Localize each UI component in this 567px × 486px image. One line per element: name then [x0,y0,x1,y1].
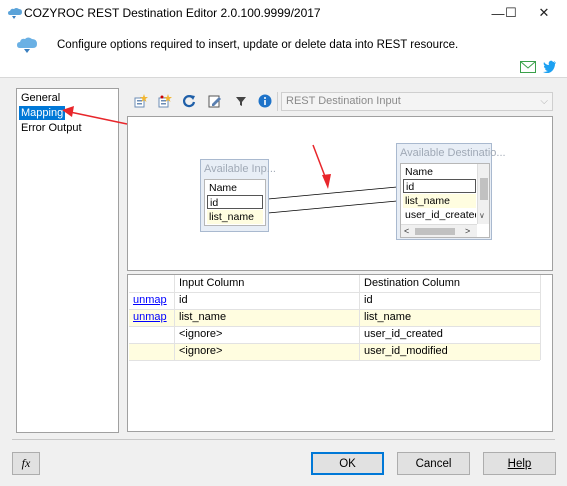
mapping-grid[interactable]: Input Column Destination Column unmap id… [127,274,553,432]
destination-list-header: Name [405,166,434,178]
column-header-destination[interactable]: Destination Column [360,275,540,292]
destination-select[interactable]: REST Destination Input ⌵ [281,92,553,111]
destination-list-item-user-id-created[interactable]: user_id_created [403,208,476,222]
help-button[interactable]: Help [483,452,556,475]
input-column-cell[interactable]: id [175,292,188,309]
header-description: Configure options required to insert, up… [57,39,459,51]
vertical-scrollbar[interactable]: ∨ [477,164,489,224]
email-icon[interactable] [520,61,536,73]
destination-columns-list[interactable]: Name id list_name user_id_created ∨ < > [400,163,490,238]
grid-line [129,360,540,361]
input-list-item-id[interactable]: id [207,195,263,209]
annotation-arrow-head [322,174,331,189]
close-button[interactable]: ✕ [521,0,567,26]
annotation-arrow-line [312,144,327,180]
input-columns-box[interactable]: Available Inp... Name id list_name [200,159,276,232]
destination-box-title: Available Destinatio... [400,147,506,159]
destination-column-cell: list_name [364,311,412,323]
destination-columns-box[interactable]: Available Destinatio... Name id list_nam… [396,143,506,240]
scroll-left-icon[interactable]: < [404,226,409,236]
cozyroc-app-icon [8,8,22,19]
input-box-title: Available Inp... [204,163,276,175]
footer-divider [12,439,555,440]
cancel-button[interactable]: Cancel [397,452,470,475]
auto-map-ignore-icon[interactable] [156,92,174,110]
mapping-line-id [267,186,398,200]
input-column-cell[interactable]: <ignore> [175,326,222,343]
destination-column-cell: id [364,294,373,306]
destination-list-item-id[interactable]: id [403,179,476,193]
scroll-down-icon[interactable]: ∨ [479,211,485,220]
toolbar-divider [277,92,278,111]
nav-item-mapping[interactable]: Mapping [19,106,66,120]
scrollbar-thumb[interactable] [480,178,488,200]
nav-item-general[interactable]: General [19,91,62,105]
grid-line [129,292,540,293]
input-list-header: Name [209,182,238,194]
input-columns-list[interactable]: Name id list_name [204,179,266,226]
horizontal-scrollbar[interactable]: < > [401,224,477,237]
annotation-arrow-mapping [62,106,128,125]
horizontal-scrollbar-thumb[interactable] [415,228,455,235]
info-icon[interactable] [256,92,274,110]
unmap-link[interactable]: unmap [129,292,167,309]
nav-panel: General Mapping Error Output [16,88,119,433]
destination-column-cell: user_id_created [364,328,443,340]
ok-button[interactable]: OK [311,452,384,475]
destination-column-cell: user_id_modified [364,345,448,357]
twitter-icon[interactable] [543,60,557,73]
destination-select-value: REST Destination Input [286,95,401,107]
mapping-diagram[interactable]: Available Inp... Name id list_name Avail… [127,116,553,271]
mapping-line-list-name [267,200,398,214]
refresh-icon[interactable] [180,92,198,110]
chevron-down-icon: ⌵ [540,96,548,107]
destination-list-item-list-name[interactable]: list_name [403,194,476,208]
unmap-link[interactable]: unmap [129,309,167,326]
scroll-right-icon[interactable]: > [465,226,470,236]
input-column-cell[interactable]: <ignore> [175,343,222,360]
cloud-icon [17,37,37,53]
grid-line [540,275,541,360]
input-list-item-list-name[interactable]: list_name [207,210,263,224]
column-header-input[interactable]: Input Column [175,275,359,292]
expression-button[interactable]: fx [12,452,40,475]
input-column-cell[interactable]: list_name [175,309,226,326]
window-title: COZYROC REST Destination Editor 2.0.100.… [24,6,321,20]
auto-map-icon[interactable] [132,92,150,110]
edit-icon[interactable] [206,92,224,110]
filter-icon[interactable] [232,92,250,110]
